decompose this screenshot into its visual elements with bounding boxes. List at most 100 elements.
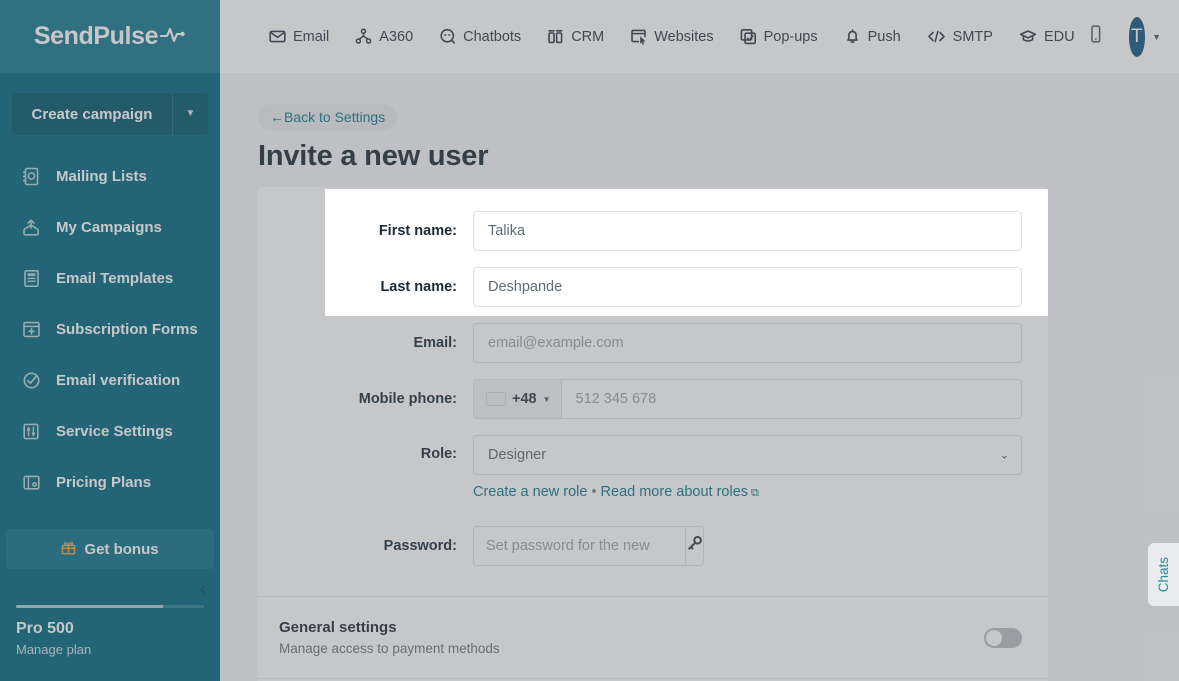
tab-label: Pop-ups	[764, 29, 818, 45]
bell-icon	[844, 28, 861, 45]
get-bonus-label: Get bonus	[84, 541, 158, 558]
tab-a360[interactable]: A360	[342, 28, 426, 45]
last-name-label: Last name:	[257, 279, 473, 295]
manage-plan-link[interactable]: Manage plan	[16, 642, 204, 657]
brand-logo[interactable]: SendPulse	[0, 0, 220, 73]
website-cursor-icon	[630, 28, 647, 45]
role-select-wrapper: Designer ⌄	[473, 435, 1022, 475]
tab-label: Push	[868, 29, 901, 45]
tab-label: SMTP	[953, 29, 993, 45]
sidebar-item-subscription-forms[interactable]: Subscription Forms	[0, 304, 220, 355]
chats-widget-label: Chats	[1156, 557, 1171, 592]
sidebar-item-service-settings[interactable]: Service Settings	[0, 406, 220, 457]
chats-widget-button[interactable]: Chats	[1148, 543, 1179, 606]
sidebar-item-label: Pricing Plans	[56, 474, 151, 491]
form-row-first-name: First name:	[257, 211, 1048, 251]
role-label: Role:	[257, 435, 473, 462]
tab-label: CRM	[571, 29, 604, 45]
tab-label: Email	[293, 29, 329, 45]
chat-bubble-icon	[439, 28, 456, 45]
password-input-group	[473, 526, 691, 566]
role-select[interactable]: Designer	[473, 435, 1022, 475]
tab-crm[interactable]: CRM	[534, 28, 617, 45]
tab-websites[interactable]: Websites	[617, 28, 726, 45]
sidebar-item-my-campaigns[interactable]: My Campaigns	[0, 202, 220, 253]
generate-password-button[interactable]	[685, 526, 704, 566]
chevron-left-icon: ‹	[200, 579, 206, 600]
create-new-role-link[interactable]: Create a new role	[473, 484, 587, 500]
country-code-selector[interactable]: +48 ▼	[474, 380, 562, 418]
topbar: Email A360 Chatbots CRM	[220, 0, 1179, 73]
sliders-icon	[20, 421, 42, 443]
brand-name: SendPulse	[34, 22, 158, 51]
mobile-phone-icon[interactable]	[1088, 24, 1103, 49]
code-brackets-icon	[927, 28, 946, 45]
gift-icon	[61, 540, 76, 559]
send-upload-icon	[20, 217, 42, 239]
envelope-icon	[269, 28, 286, 45]
sidebar-item-label: Service Settings	[56, 423, 173, 440]
plan-name: Pro 500	[16, 620, 204, 638]
tab-smtp[interactable]: SMTP	[914, 28, 1006, 45]
form-row-mobile-phone: Mobile phone: +48 ▼	[257, 379, 1048, 419]
sidebar-item-pricing-plans[interactable]: Pricing Plans	[0, 457, 220, 508]
top-navigation: Email A360 Chatbots CRM	[220, 28, 1088, 45]
sidebar-collapse-button[interactable]: ‹	[194, 581, 212, 599]
mobile-phone-label: Mobile phone:	[257, 391, 473, 407]
tab-push[interactable]: Push	[831, 28, 914, 45]
read-more-roles-link[interactable]: Read more about roles	[601, 484, 749, 500]
automation-nodes-icon	[355, 28, 372, 45]
mobile-phone-input[interactable]	[562, 380, 1021, 418]
sidebar-item-label: Email Templates	[56, 270, 173, 287]
general-settings-title: General settings	[279, 619, 984, 636]
chevron-down-icon[interactable]: ▼	[172, 93, 208, 135]
get-bonus-button[interactable]: Get bonus	[6, 529, 214, 569]
create-campaign-button[interactable]: Create campaign ▼	[12, 93, 208, 135]
first-name-input[interactable]	[473, 211, 1022, 251]
sidebar-item-email-verification[interactable]: Email verification	[0, 355, 220, 406]
plan-quota: Pro 500 Manage plan	[16, 605, 204, 657]
tab-label: Chatbots	[463, 29, 521, 45]
page-title: Invite a new user	[258, 140, 488, 173]
tab-label: A360	[379, 29, 413, 45]
last-name-input[interactable]	[473, 267, 1022, 307]
check-circle-icon	[20, 370, 42, 392]
graduation-cap-icon	[1019, 28, 1037, 45]
first-name-label: First name:	[257, 223, 473, 239]
password-label: Password:	[257, 538, 473, 554]
poland-flag-icon	[486, 392, 506, 406]
form-row-role: Role: Designer ⌄ Create a new role•Read …	[257, 435, 1048, 500]
email-label: Email:	[257, 335, 473, 351]
form-row-email: Email:	[257, 323, 1048, 363]
popup-layers-icon	[740, 28, 757, 45]
pulse-wave-icon	[160, 25, 186, 48]
external-link-icon: ⧉	[751, 487, 759, 499]
sidebar-nav: Mailing Lists My Campaigns Email Templat…	[0, 151, 220, 508]
key-icon	[686, 535, 703, 557]
chevron-down-icon[interactable]: ▼	[1152, 32, 1161, 42]
back-to-settings-link[interactable]: ←Back to Settings	[258, 104, 397, 130]
address-book-icon	[20, 166, 42, 188]
password-input[interactable]	[473, 526, 685, 566]
sidebar-item-email-templates[interactable]: Email Templates	[0, 253, 220, 304]
country-code-value: +48	[512, 391, 537, 407]
general-settings-toggle[interactable]	[984, 628, 1022, 648]
form-row-password: Password:	[257, 526, 1048, 566]
tab-email[interactable]: Email	[256, 28, 342, 45]
sidebar-item-label: My Campaigns	[56, 219, 162, 236]
tab-edu[interactable]: EDU	[1006, 28, 1088, 45]
quota-progress-bar	[16, 605, 204, 608]
card-divider-2	[257, 678, 1048, 679]
invite-user-card: First name: Last name: Email:	[257, 187, 1048, 681]
form-row-last-name: Last name:	[257, 267, 1048, 307]
avatar[interactable]: T	[1129, 17, 1146, 57]
crm-columns-icon	[547, 28, 564, 45]
app-root: SendPulse Create campaign ▼ Mailing List…	[0, 0, 1179, 681]
tab-chatbots[interactable]: Chatbots	[426, 28, 534, 45]
tab-popups[interactable]: Pop-ups	[727, 28, 831, 45]
email-input[interactable]	[473, 323, 1022, 363]
main-content: ←Back to Settings Invite a new user Firs…	[220, 73, 1179, 681]
tab-label: Websites	[654, 29, 713, 45]
sidebar-item-mailing-lists[interactable]: Mailing Lists	[0, 151, 220, 202]
chevron-down-icon: ▼	[543, 395, 551, 404]
